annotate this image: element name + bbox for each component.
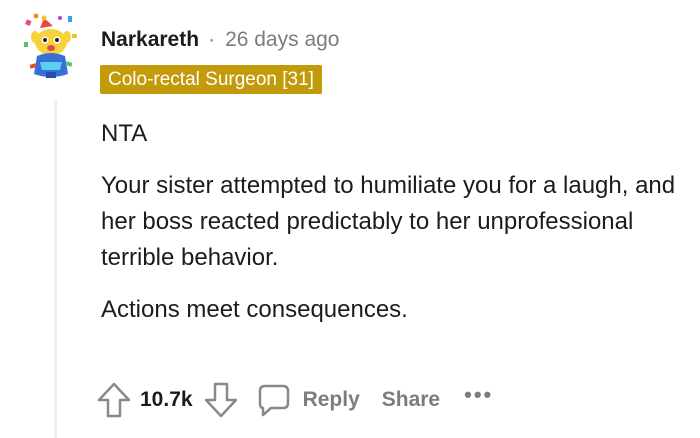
timestamp[interactable]: 26 days ago (225, 28, 339, 52)
separator-dot: · (208, 28, 216, 51)
thread-line[interactable] (54, 100, 57, 438)
vote-score: 10.7k (140, 388, 193, 411)
comment-actions: 10.7k Reply Share ••• (96, 378, 493, 422)
comment-paragraph: Actions meet consequences. (101, 296, 408, 323)
reply-label: Reply (302, 388, 360, 411)
username[interactable]: Narkareth (101, 28, 199, 52)
user-flair: Colo-rectal Surgeon [31] (100, 65, 322, 94)
comment: Narkareth · 26 days ago Colo-rectal Surg… (0, 0, 700, 438)
comment-paragraph: NTA (101, 120, 148, 147)
upvote-arrow-icon[interactable] (96, 380, 132, 420)
more-options-button[interactable]: ••• (464, 382, 493, 408)
comment-paragraph: Your sister attempted to humiliate you f… (101, 172, 676, 271)
snoo-avatar-icon (24, 13, 77, 78)
share-button[interactable]: Share (382, 388, 440, 412)
downvote-arrow-icon[interactable] (203, 380, 239, 420)
speech-bubble-icon (257, 382, 291, 418)
reply-button[interactable]: Reply (257, 382, 360, 418)
comment-header: Narkareth · 26 days ago (101, 28, 340, 52)
avatar[interactable] (22, 12, 80, 84)
comment-body: NTA Your sister attempted to humiliate y… (101, 116, 681, 344)
share-label: Share (381, 388, 441, 411)
